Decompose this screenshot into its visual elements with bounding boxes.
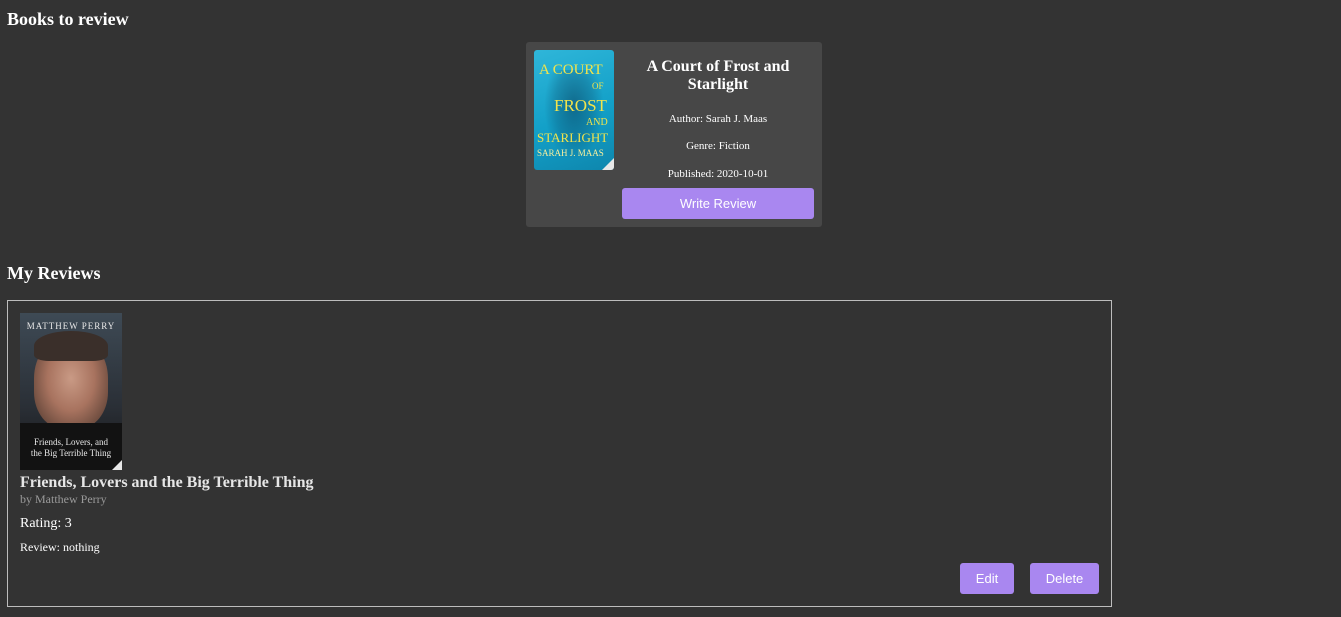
books-to-review-heading: Books to review bbox=[7, 9, 129, 29]
page-curl-icon bbox=[112, 460, 122, 470]
cover-title-line: the Big Terrible Thing bbox=[30, 448, 112, 458]
cover-text-line: AND bbox=[586, 117, 608, 128]
edit-review-button[interactable]: Edit bbox=[960, 563, 1014, 594]
review-text: Review: nothing bbox=[20, 540, 100, 554]
review-book-title: Friends, Lovers and the Big Terrible Thi… bbox=[20, 474, 314, 491]
cover-title: Friends, Lovers, and the Big Terrible Th… bbox=[20, 437, 122, 459]
cover-author: SARAH J. MAAS bbox=[537, 148, 604, 158]
book-cover-image: A COURT OF FROST AND STARLIGHT SARAH J. … bbox=[534, 50, 614, 170]
cover-author: MATTHEW PERRY bbox=[26, 321, 116, 331]
review-rating: Rating: 3 bbox=[20, 516, 72, 531]
cover-text-line: OF bbox=[592, 81, 604, 91]
book-card: A COURT OF FROST AND STARLIGHT SARAH J. … bbox=[526, 42, 822, 227]
book-published: Published: 2020-10-01 bbox=[667, 168, 769, 180]
delete-review-button[interactable]: Delete bbox=[1030, 563, 1099, 594]
review-book-author: by Matthew Perry bbox=[20, 492, 107, 506]
cover-text-line: FROST bbox=[554, 96, 607, 115]
cover-text-line: STARLIGHT bbox=[537, 130, 609, 145]
cover-title-line: Friends, Lovers, and bbox=[34, 437, 108, 447]
page: Books to review A COURT OF FROST AND STA… bbox=[0, 0, 1341, 617]
book-author: Author: Sarah J. Maas bbox=[668, 113, 768, 125]
book-info: A Court of Frost and Starlight bbox=[622, 58, 814, 94]
book-genre: Genre: Fiction bbox=[686, 140, 750, 152]
review-book-cover-image: MATTHEW PERRY Friends, Lovers, and the B… bbox=[20, 313, 122, 470]
review-card: MATTHEW PERRY Friends, Lovers, and the B… bbox=[7, 300, 1112, 607]
page-curl-icon bbox=[602, 158, 614, 170]
my-reviews-heading: My Reviews bbox=[7, 263, 101, 283]
cover-text-line: A COURT bbox=[539, 62, 603, 78]
book-title: A Court of Frost and Starlight bbox=[646, 58, 790, 93]
write-review-button[interactable]: Write Review bbox=[622, 188, 814, 219]
cover-portrait-hair bbox=[34, 331, 108, 361]
